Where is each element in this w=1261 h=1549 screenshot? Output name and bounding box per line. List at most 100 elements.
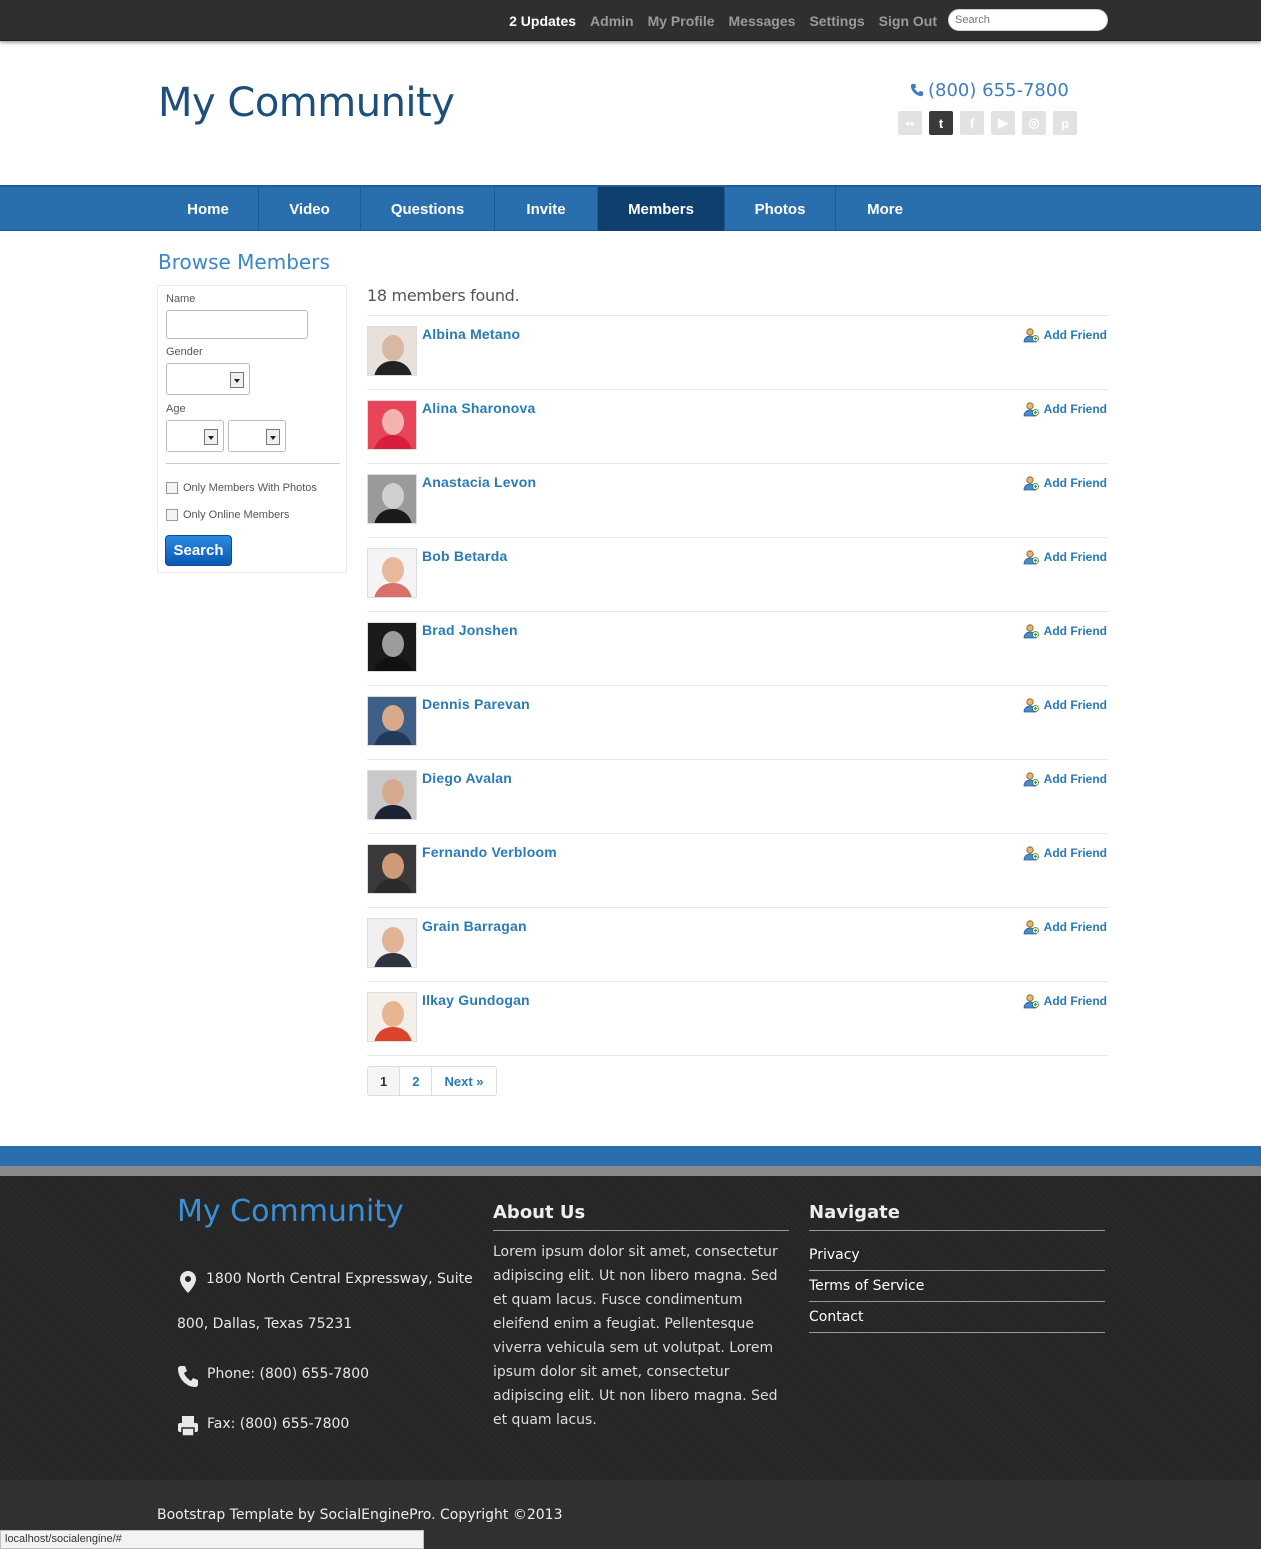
footer-address-line2: 800, Dallas, Texas 75231 [177, 1316, 353, 1332]
dribbble-icon[interactable]: ◎ [1022, 111, 1046, 135]
settings-link[interactable]: Settings [809, 13, 864, 29]
avatar-body [374, 435, 412, 449]
updates-link[interactable]: 2 Updates [509, 13, 576, 29]
add-friend-link[interactable]: Add Friend [1023, 697, 1107, 713]
site-title[interactable]: My Community [158, 80, 455, 126]
add-friend-label: Add Friend [1043, 550, 1107, 564]
phone-icon [178, 1366, 198, 1387]
name-input[interactable] [166, 310, 308, 339]
member-name-link[interactable]: Anastacia Levon [422, 474, 536, 490]
gender-select[interactable] [166, 363, 250, 395]
add-friend-icon [1023, 846, 1039, 861]
avatar-face [382, 1001, 404, 1027]
member-row: Alina Sharonova Add Friend [367, 390, 1107, 464]
add-friend-link[interactable]: Add Friend [1023, 549, 1107, 565]
add-friend-link[interactable]: Add Friend [1023, 993, 1107, 1009]
member-name-link[interactable]: Fernando Verbloom [422, 844, 557, 860]
nav-item-invite[interactable]: Invite [495, 187, 598, 231]
add-friend-icon [1023, 772, 1039, 787]
add-friend-link[interactable]: Add Friend [1023, 845, 1107, 861]
member-name-link[interactable]: Alina Sharonova [422, 400, 535, 416]
member-avatar[interactable] [367, 474, 417, 524]
member-name-link[interactable]: Grain Barragan [422, 918, 527, 934]
twitter-icon[interactable]: t [929, 111, 953, 135]
add-friend-link[interactable]: Add Friend [1023, 475, 1107, 491]
member-row: Grain Barragan Add Friend [367, 908, 1107, 982]
add-friend-icon [1023, 920, 1039, 935]
header-phone: (800) 655-7800 [910, 80, 1069, 101]
top-mini-bar: 2 Updates Admin My Profile Messages Sett… [0, 0, 1261, 41]
member-avatar[interactable] [367, 622, 417, 672]
member-row: Dennis Parevan Add Friend [367, 686, 1107, 760]
nav-item-photos[interactable]: Photos [725, 187, 836, 231]
page-1-link[interactable]: 1 [368, 1067, 401, 1095]
age-from-select[interactable] [166, 420, 224, 452]
flickr-icon[interactable]: •• [898, 111, 922, 135]
facebook-icon[interactable]: f [960, 111, 984, 135]
page-title: Browse Members [158, 250, 330, 274]
next-page-link[interactable]: Next » [432, 1067, 495, 1095]
divider [166, 463, 340, 464]
nav-item-more[interactable]: More [836, 187, 934, 231]
member-name-link[interactable]: Ilkay Gundogan [422, 992, 530, 1008]
avatar-face [382, 927, 404, 953]
chevron-down-icon [230, 372, 244, 388]
member-avatar[interactable] [367, 696, 417, 746]
messages-link[interactable]: Messages [729, 13, 796, 29]
member-avatar[interactable] [367, 548, 417, 598]
footer-link-contact[interactable]: Contact [809, 1302, 1105, 1333]
about-text: Lorem ipsum dolor sit amet, consectetur … [493, 1244, 778, 1428]
age-label: Age [166, 403, 186, 415]
member-name-link[interactable]: Albina Metano [422, 326, 520, 342]
online-only-label: Only Online Members [183, 509, 290, 521]
chevron-down-icon [204, 429, 218, 445]
member-row: Diego Avalan Add Friend [367, 760, 1107, 834]
add-friend-link[interactable]: Add Friend [1023, 771, 1107, 787]
online-only-checkbox[interactable] [166, 509, 178, 521]
member-row: Ilkay Gundogan Add Friend [367, 982, 1107, 1056]
add-friend-label: Add Friend [1043, 624, 1107, 638]
top-search-input[interactable] [948, 9, 1108, 31]
browser-status-url: localhost/socialengine/# [0, 1530, 424, 1549]
about-divider [493, 1230, 789, 1231]
page-2-link[interactable]: 2 [400, 1067, 433, 1095]
avatar-body [374, 509, 412, 523]
main-nav: Home Video Questions Invite Members Phot… [0, 185, 1261, 231]
add-friend-link[interactable]: Add Friend [1023, 623, 1107, 639]
add-friend-link[interactable]: Add Friend [1023, 327, 1107, 343]
my-profile-link[interactable]: My Profile [648, 13, 715, 29]
search-button[interactable]: Search [165, 535, 232, 566]
nav-item-video[interactable]: Video [259, 187, 361, 231]
member-name-link[interactable]: Diego Avalan [422, 770, 512, 786]
add-friend-label: Add Friend [1043, 328, 1107, 342]
member-avatar[interactable] [367, 844, 417, 894]
add-friend-link[interactable]: Add Friend [1023, 401, 1107, 417]
footer-link-terms[interactable]: Terms of Service [809, 1271, 1105, 1302]
gender-label: Gender [166, 346, 203, 358]
member-avatar[interactable] [367, 992, 417, 1042]
add-friend-label: Add Friend [1043, 772, 1107, 786]
nav-item-questions[interactable]: Questions [361, 187, 495, 231]
admin-link[interactable]: Admin [590, 13, 634, 29]
member-avatar[interactable] [367, 770, 417, 820]
avatar-body [374, 879, 412, 893]
member-name-link[interactable]: Dennis Parevan [422, 696, 530, 712]
age-to-select[interactable] [228, 420, 286, 452]
member-name-link[interactable]: Bob Betarda [422, 548, 507, 564]
sign-out-link[interactable]: Sign Out [879, 13, 937, 29]
member-avatar[interactable] [367, 918, 417, 968]
fax-icon [178, 1416, 198, 1437]
member-name-link[interactable]: Brad Jonshen [422, 622, 518, 638]
avatar-face [382, 483, 404, 509]
footer-link-privacy[interactable]: Privacy [809, 1240, 1105, 1271]
add-friend-icon [1023, 994, 1039, 1009]
photos-only-checkbox[interactable] [166, 482, 178, 494]
member-row: Brad Jonshen Add Friend [367, 612, 1107, 686]
youtube-icon[interactable]: ▶ [991, 111, 1015, 135]
pinterest-icon[interactable]: p [1053, 111, 1077, 135]
member-avatar[interactable] [367, 400, 417, 450]
add-friend-link[interactable]: Add Friend [1023, 919, 1107, 935]
nav-item-members[interactable]: Members [598, 187, 725, 231]
member-avatar[interactable] [367, 326, 417, 376]
nav-item-home[interactable]: Home [158, 187, 259, 231]
